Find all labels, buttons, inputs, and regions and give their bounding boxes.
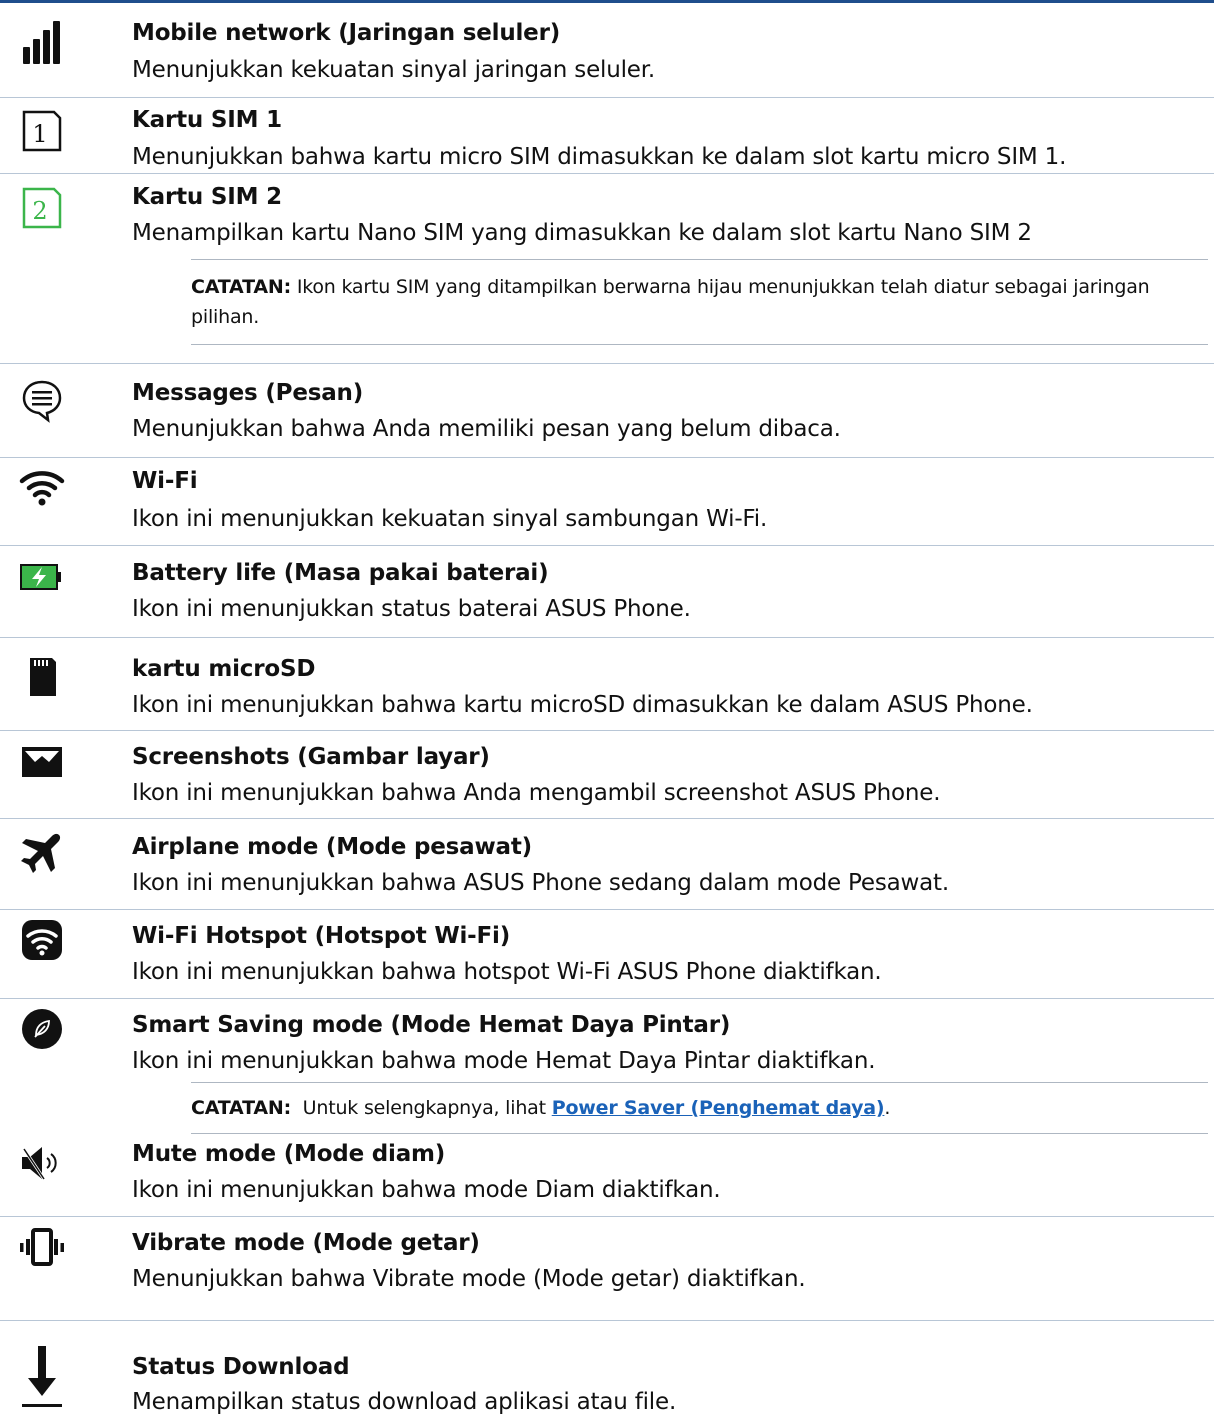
item-description: Menunjukkan bahwa kartu micro SIM dimasu… xyxy=(132,144,1067,170)
item-title: kartu microSD xyxy=(132,656,316,682)
divider xyxy=(0,173,1214,174)
note-sim-text: CATATAN: Ikon kartu SIM yang ditampilkan… xyxy=(191,272,1208,332)
divider xyxy=(0,730,1214,731)
svg-text:1: 1 xyxy=(32,120,47,148)
message-icon xyxy=(22,380,62,423)
item-description: Ikon ini menunjukkan bahwa Anda mengambi… xyxy=(132,780,941,806)
divider xyxy=(0,545,1214,546)
item-description: Ikon ini menunjukkan bahwa ASUS Phone se… xyxy=(132,870,949,896)
divider xyxy=(0,637,1214,638)
item-title: Kartu SIM 2 xyxy=(132,184,282,210)
divider xyxy=(0,363,1214,364)
note-label: CATATAN: xyxy=(191,276,291,298)
item-description: Menampilkan status download aplikasi ata… xyxy=(132,1389,677,1415)
item-description: Menunjukkan bahwa Vibrate mode (Mode get… xyxy=(132,1266,806,1292)
item-title: Mobile network (Jaringan seluler) xyxy=(132,20,561,46)
note-body: Untuk selengkapnya, lihat xyxy=(290,1097,552,1119)
divider xyxy=(0,97,1214,98)
item-description: Ikon ini menunjukkan bahwa hotspot Wi-Fi… xyxy=(132,959,882,985)
airplane-icon xyxy=(21,833,61,873)
item-description: Menampilkan kartu Nano SIM yang dimasukk… xyxy=(132,220,1032,246)
smart-saving-leaf-icon xyxy=(22,1009,62,1049)
sim-card-1-icon: 1 xyxy=(22,110,62,152)
top-rule xyxy=(0,0,1214,3)
item-title: Status Download xyxy=(132,1354,350,1380)
item-title: Kartu SIM 1 xyxy=(132,107,282,133)
item-title: Battery life (Masa pakai baterai) xyxy=(132,560,549,586)
vibrate-icon xyxy=(20,1228,64,1266)
svg-text:2: 2 xyxy=(32,197,47,225)
note-label: CATATAN: xyxy=(191,1097,291,1119)
item-description: Ikon ini menunjukkan status baterai ASUS… xyxy=(132,596,691,622)
item-description: Ikon ini menunjukkan kekuatan sinyal sam… xyxy=(132,506,768,532)
item-title: Messages (Pesan) xyxy=(132,380,364,406)
microsd-card-icon xyxy=(30,658,56,696)
item-title: Screenshots (Gambar layar) xyxy=(132,744,490,770)
divider xyxy=(0,1320,1214,1321)
note-power-saver: CATATAN: Untuk selengkapnya, lihat Power… xyxy=(191,1082,1208,1134)
mute-speaker-icon xyxy=(22,1147,57,1180)
note-sim: CATATAN: Ikon kartu SIM yang ditampilkan… xyxy=(191,259,1208,345)
divider xyxy=(0,998,1214,999)
item-title: Smart Saving mode (Mode Hemat Daya Pinta… xyxy=(132,1012,731,1038)
item-description: Ikon ini menunjukkan bahwa mode Diam dia… xyxy=(132,1177,721,1203)
item-title: Vibrate mode (Mode getar) xyxy=(132,1230,480,1256)
sim-card-2-icon: 2 xyxy=(22,187,62,229)
divider xyxy=(0,909,1214,910)
item-description: Ikon ini menunjukkan bahwa mode Hemat Da… xyxy=(132,1048,876,1074)
signal-strength-icon xyxy=(23,21,60,64)
item-title: Mute mode (Mode diam) xyxy=(132,1141,446,1167)
item-description: Menunjukkan kekuatan sinyal jaringan sel… xyxy=(132,57,655,83)
item-title: Airplane mode (Mode pesawat) xyxy=(132,834,532,860)
item-description: Ikon ini menunjukkan bahwa kartu microSD… xyxy=(132,692,1033,718)
divider xyxy=(0,457,1214,458)
wifi-hotspot-icon xyxy=(22,920,62,960)
item-title: Wi-Fi Hotspot (Hotspot Wi-Fi) xyxy=(132,923,511,949)
divider xyxy=(0,818,1214,819)
download-icon xyxy=(22,1346,62,1407)
note-power-text: CATATAN: Untuk selengkapnya, lihat Power… xyxy=(191,1093,1208,1123)
wifi-icon xyxy=(19,471,65,506)
power-saver-link[interactable]: Power Saver (Penghemat daya) xyxy=(552,1097,885,1119)
battery-charging-icon xyxy=(20,564,61,590)
note-body: Ikon kartu SIM yang ditampilkan berwarna… xyxy=(191,276,1150,328)
divider xyxy=(0,1216,1214,1217)
note-end: . xyxy=(884,1097,891,1119)
screenshot-icon xyxy=(22,747,62,777)
item-description: Menunjukkan bahwa Anda memiliki pesan ya… xyxy=(132,416,841,442)
item-title: Wi-Fi xyxy=(132,468,198,494)
